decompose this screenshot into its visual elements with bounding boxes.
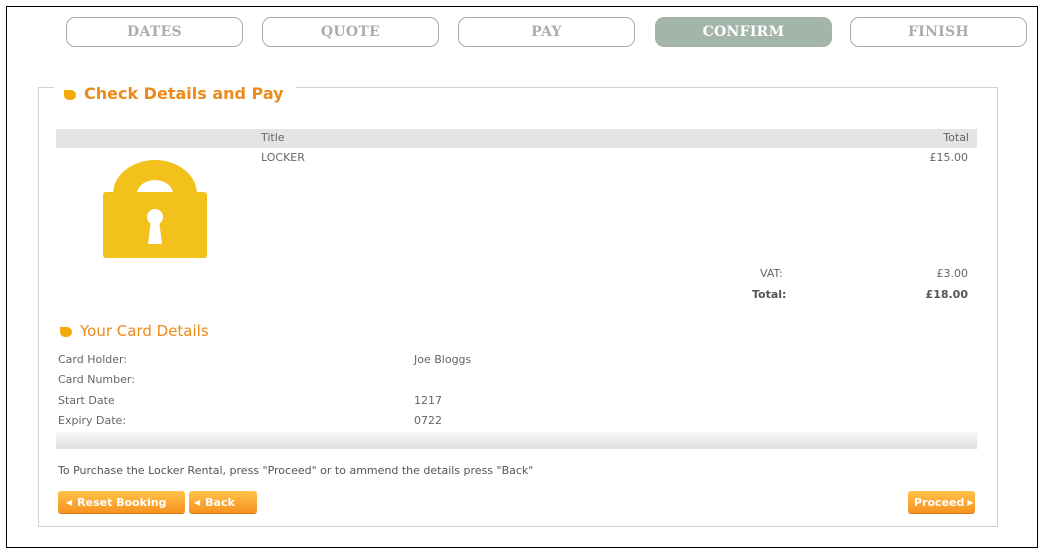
- step-quote[interactable]: QUOTE: [262, 17, 439, 47]
- separator-bar: [56, 432, 977, 449]
- vat-value: £3.00: [936, 267, 969, 280]
- reset-booking-label: Reset Booking: [77, 495, 167, 509]
- total-value: £18.00: [925, 288, 968, 301]
- step-pay[interactable]: PAY: [458, 17, 635, 47]
- reset-booking-button[interactable]: ◀ Reset Booking: [58, 491, 185, 513]
- card-details-title: Your Card Details: [80, 322, 209, 340]
- card-holder-label: Card Holder:: [58, 353, 128, 366]
- step-confirm[interactable]: CONFIRM: [655, 17, 832, 47]
- leaf-bullet-icon: [60, 327, 72, 337]
- order-table-header: Title Total: [56, 129, 977, 148]
- column-title: Title: [261, 131, 285, 144]
- section-title: Check Details and Pay: [84, 83, 284, 103]
- back-button[interactable]: ◀ Back: [189, 491, 257, 513]
- expiry-date-label: Expiry Date:: [58, 414, 127, 427]
- booking-steps: DATES QUOTE PAY CONFIRM FINISH: [66, 17, 1030, 47]
- item-title: LOCKER: [261, 151, 305, 164]
- vat-label: VAT:: [760, 267, 783, 280]
- proceed-label: Proceed: [914, 495, 965, 509]
- expiry-date-value: 0722: [414, 414, 442, 427]
- arrow-right-icon: ▶: [967, 497, 974, 507]
- card-details-heading: Your Card Details: [60, 322, 209, 340]
- total-label: Total:: [752, 288, 787, 301]
- back-label: Back: [205, 495, 235, 509]
- step-finish[interactable]: FINISH: [850, 17, 1027, 47]
- step-dates[interactable]: DATES: [66, 17, 243, 47]
- check-details-panel: [38, 87, 998, 527]
- start-date-label: Start Date: [58, 394, 115, 407]
- proceed-button[interactable]: Proceed ▶: [908, 491, 975, 513]
- start-date-value: 1217: [414, 394, 442, 407]
- section-heading: Check Details and Pay: [54, 80, 296, 106]
- card-holder-value: Joe Bloggs: [414, 353, 472, 366]
- leaf-bullet-icon: [64, 90, 76, 100]
- arrow-left-icon: ◀: [66, 497, 73, 507]
- proceed-notice: To Purchase the Locker Rental, press "Pr…: [58, 464, 534, 477]
- column-total: Total: [943, 131, 969, 144]
- card-number-label: Card Number:: [58, 373, 135, 386]
- item-total: £15.00: [929, 151, 969, 164]
- arrow-left-icon: ◀: [194, 497, 201, 507]
- padlock-icon: [103, 160, 207, 258]
